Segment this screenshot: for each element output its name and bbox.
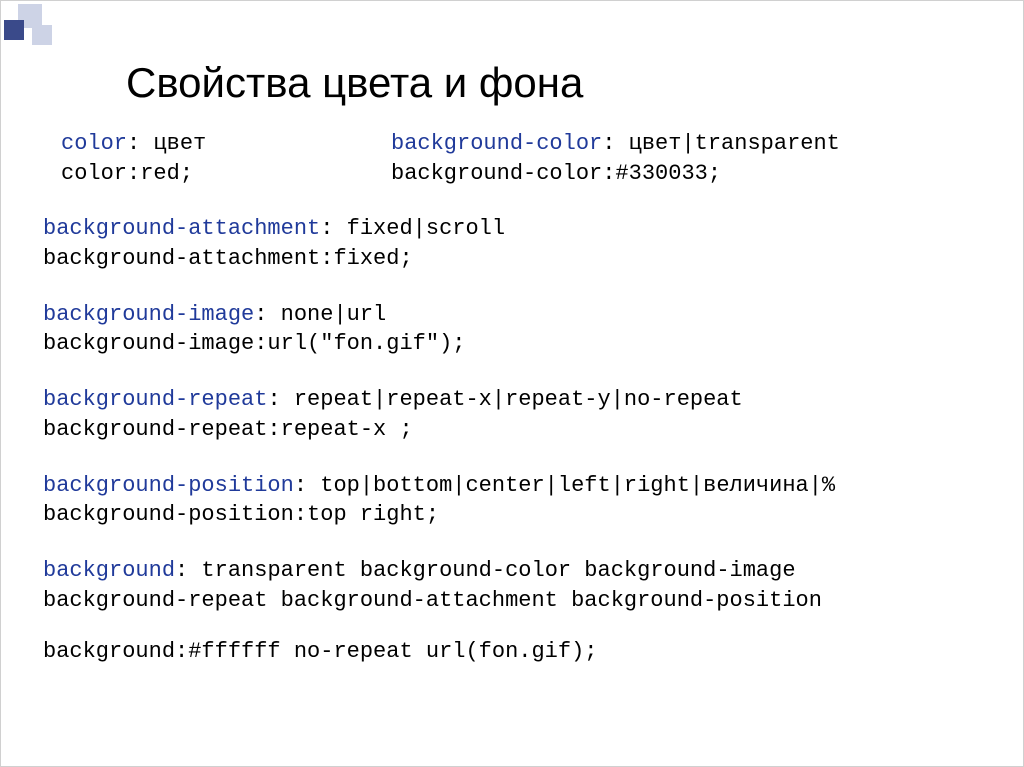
slide: Свойства цвета и фона color: цвет color:… <box>0 0 1024 767</box>
slide-title: Свойства цвета и фона <box>126 59 583 107</box>
syntax-line-2: background-repeat background-attachment … <box>43 586 993 616</box>
example-line: background-color:#330033; <box>391 159 993 189</box>
keyword: color <box>61 131 127 156</box>
syntax-line: background-color: цвет|transparent <box>391 129 993 159</box>
keyword: background-repeat <box>43 387 267 412</box>
syntax-line: color: цвет <box>61 129 391 159</box>
syntax-line: background-image: none|url <box>43 300 993 330</box>
background-attachment-block: background-attachment: fixed|scroll back… <box>43 214 993 273</box>
syntax-rest: : repeat|repeat-x|repeat-y|no-repeat <box>267 387 742 412</box>
syntax-line: background-attachment: fixed|scroll <box>43 214 993 244</box>
slide-content: color: цвет color:red; background-color:… <box>43 129 993 693</box>
syntax-line: background-position: top|bottom|center|l… <box>43 471 993 501</box>
color-block: color: цвет color:red; <box>61 129 391 188</box>
syntax-rest: : none|url <box>254 302 386 327</box>
syntax-rest: : цвет|transparent <box>602 131 840 156</box>
example-line: background-position:top right; <box>43 500 993 530</box>
background-position-block: background-position: top|bottom|center|l… <box>43 471 993 530</box>
example-line: background-attachment:fixed; <box>43 244 993 274</box>
example-line: background-image:url("fon.gif"); <box>43 329 993 359</box>
keyword: background-color <box>391 131 602 156</box>
background-shorthand-block: background: transparent background-color… <box>43 556 993 667</box>
syntax-rest: : top|bottom|center|left|right|величина|… <box>294 473 835 498</box>
syntax-line: background-repeat: repeat|repeat-x|repea… <box>43 385 993 415</box>
background-image-block: background-image: none|url background-im… <box>43 300 993 359</box>
keyword: background-image <box>43 302 254 327</box>
background-color-block: background-color: цвет|transparent backg… <box>391 129 993 188</box>
background-repeat-block: background-repeat: repeat|repeat-x|repea… <box>43 385 993 444</box>
syntax-rest: : transparent background-color backgroun… <box>175 558 796 583</box>
syntax-rest: : цвет <box>127 131 206 156</box>
syntax-rest: : fixed|scroll <box>320 216 505 241</box>
example-line: background:#ffffff no-repeat url(fon.gif… <box>43 637 993 667</box>
keyword: background <box>43 558 175 583</box>
corner-decoration-icon <box>4 4 50 50</box>
example-line: color:red; <box>61 159 391 189</box>
top-row: color: цвет color:red; background-color:… <box>43 129 993 188</box>
example-line: background-repeat:repeat-x ; <box>43 415 993 445</box>
keyword: background-attachment <box>43 216 320 241</box>
keyword: background-position <box>43 473 294 498</box>
syntax-line-1: background: transparent background-color… <box>43 556 993 586</box>
